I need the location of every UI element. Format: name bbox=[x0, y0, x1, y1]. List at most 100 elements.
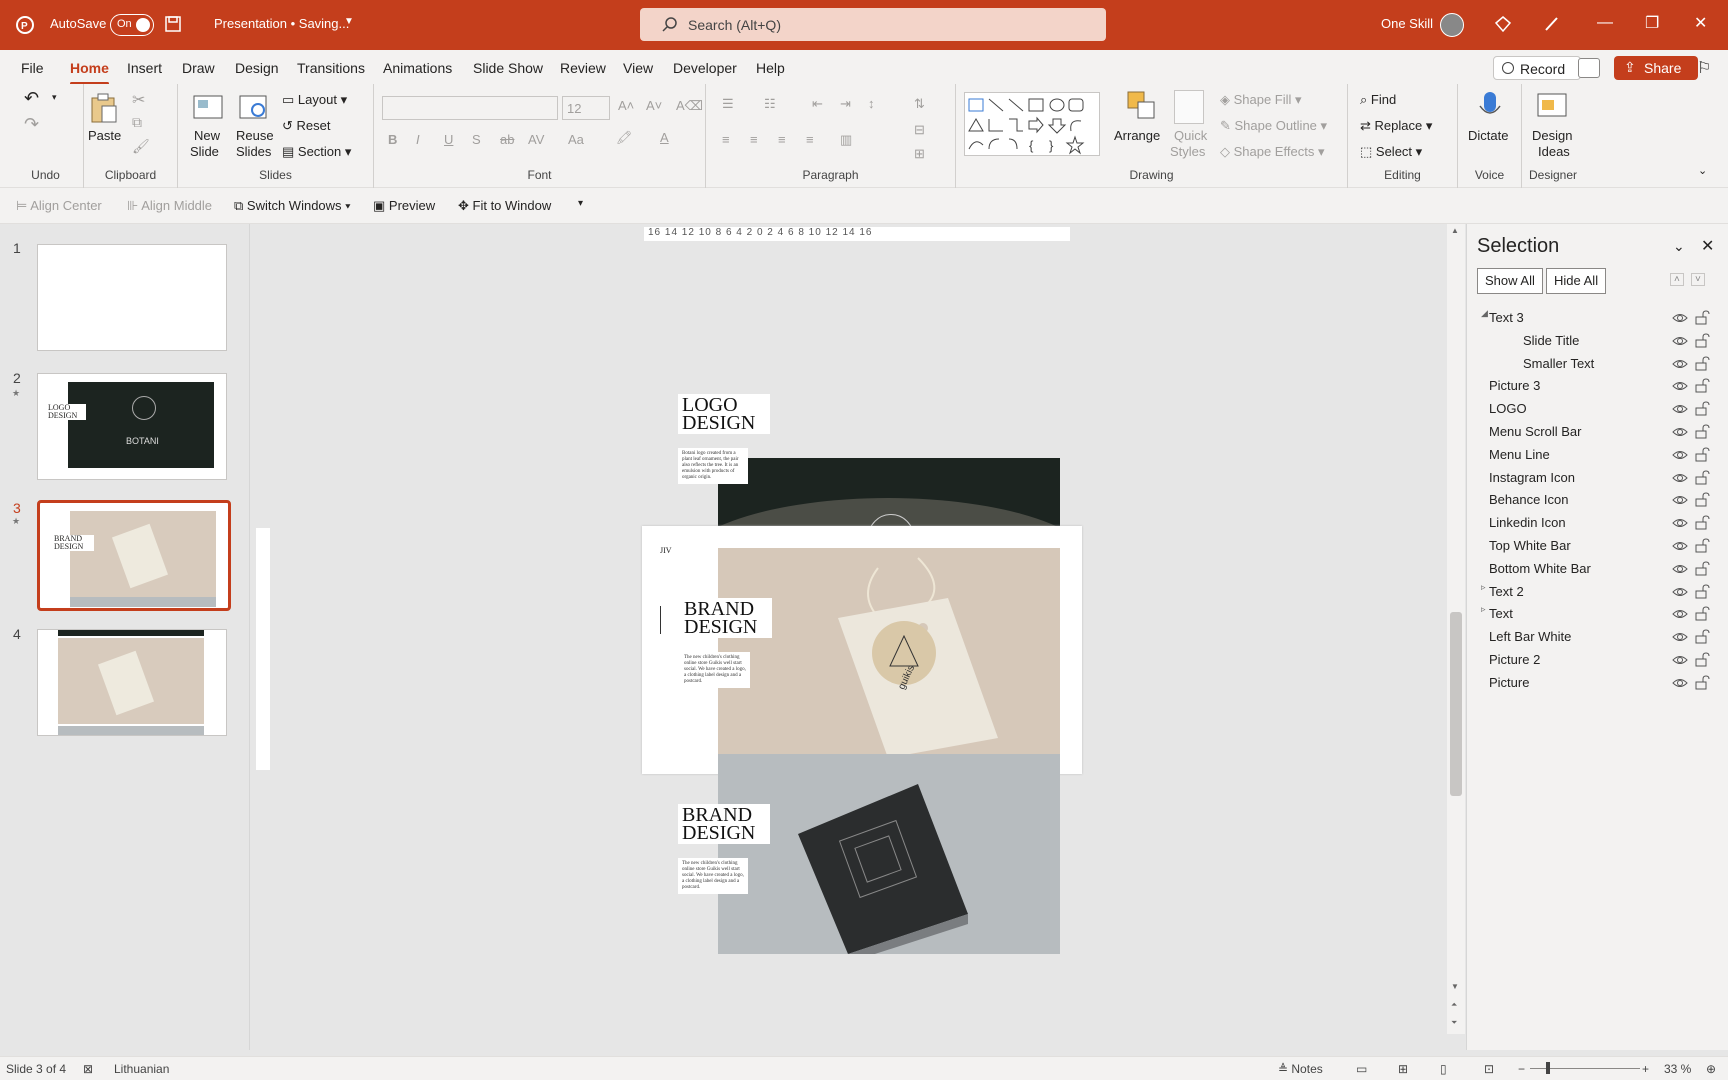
visibility-eye-icon[interactable] bbox=[1672, 378, 1688, 394]
slide-thumbnail-1[interactable] bbox=[37, 244, 227, 351]
clear-format-icon[interactable]: A⌫ bbox=[676, 98, 703, 114]
tab-insert[interactable]: Insert bbox=[127, 60, 162, 76]
previous-slide-icon[interactable]: ⏶ bbox=[1451, 1000, 1457, 1010]
selection-item[interactable]: ▹ Text bbox=[1467, 604, 1728, 626]
search-box[interactable]: Search (Alt+Q) bbox=[640, 8, 1106, 41]
logo-design-text[interactable]: Botani logo created from a plant leaf or… bbox=[678, 448, 748, 484]
restore-icon[interactable]: ❐ bbox=[1645, 13, 1659, 33]
align-center-button[interactable]: ⊨ Align Center bbox=[16, 198, 102, 214]
lock-icon[interactable] bbox=[1694, 491, 1710, 507]
selection-item[interactable]: Menu Scroll Bar bbox=[1467, 422, 1728, 444]
lock-icon[interactable] bbox=[1694, 674, 1710, 690]
visibility-eye-icon[interactable] bbox=[1672, 310, 1688, 326]
tab-animations[interactable]: Animations bbox=[383, 60, 452, 76]
align-right-icon[interactable]: ≡ bbox=[778, 132, 786, 147]
lock-icon[interactable] bbox=[1694, 400, 1710, 416]
section-button[interactable]: ▤ Section ▾ bbox=[282, 144, 351, 160]
visibility-eye-icon[interactable] bbox=[1672, 629, 1688, 645]
shape-fill-button[interactable]: ◈ Shape Fill ▾ bbox=[1220, 92, 1302, 108]
close-pane-icon[interactable]: ✕ bbox=[1701, 236, 1714, 256]
zoom-level[interactable]: 33 % bbox=[1664, 1062, 1691, 1076]
visibility-eye-icon[interactable] bbox=[1672, 333, 1688, 349]
selection-item[interactable]: Left Bar White bbox=[1467, 627, 1728, 649]
record-button[interactable]: Record bbox=[1493, 56, 1581, 80]
lock-icon[interactable] bbox=[1694, 423, 1710, 439]
visibility-eye-icon[interactable] bbox=[1672, 515, 1688, 531]
book-picture[interactable] bbox=[718, 774, 1060, 954]
tab-developer[interactable]: Developer bbox=[673, 60, 737, 76]
align-center-icon[interactable]: ≡ bbox=[750, 132, 758, 147]
lock-icon[interactable] bbox=[1694, 377, 1710, 393]
bullets-icon[interactable]: ☰ bbox=[722, 96, 734, 112]
columns-icon[interactable]: ▥ bbox=[840, 132, 852, 148]
bring-forward-icon[interactable]: ˄ bbox=[1670, 273, 1684, 286]
select-button[interactable]: ⬚ Select ▾ bbox=[1360, 144, 1422, 160]
notes-button[interactable]: ≜ Notes bbox=[1278, 1062, 1323, 1076]
expand-icon[interactable]: ▹ bbox=[1481, 582, 1486, 593]
selection-item[interactable]: Top White Bar bbox=[1467, 536, 1728, 558]
tab-review[interactable]: Review bbox=[560, 60, 606, 76]
change-case-icon[interactable]: Aa bbox=[568, 132, 584, 147]
visibility-eye-icon[interactable] bbox=[1672, 424, 1688, 440]
shapes-gallery[interactable]: { } bbox=[964, 92, 1100, 156]
next-slide-icon[interactable]: ⏷ bbox=[1451, 1018, 1457, 1028]
undo-dropdown-icon[interactable]: ▾ bbox=[52, 92, 57, 103]
user-name[interactable]: One Skill bbox=[1381, 16, 1433, 31]
save-icon[interactable] bbox=[164, 15, 182, 33]
selection-item[interactable]: LOGO bbox=[1467, 399, 1728, 421]
selection-item[interactable]: ▹ Text 2 bbox=[1467, 582, 1728, 604]
strikethrough-icon[interactable]: ab bbox=[500, 132, 514, 147]
align-text-icon[interactable]: ⊟ bbox=[914, 122, 925, 138]
selection-item[interactable]: Smaller Text bbox=[1467, 354, 1728, 376]
visibility-eye-icon[interactable] bbox=[1672, 561, 1688, 577]
visibility-eye-icon[interactable] bbox=[1672, 470, 1688, 486]
slide-thumbnail-2[interactable]: BOTANI LOGO DESIGN bbox=[37, 373, 227, 480]
selection-item[interactable]: Bottom White Bar bbox=[1467, 559, 1728, 581]
share-button[interactable]: ⇪ Share bbox=[1614, 56, 1698, 80]
justify-icon[interactable]: ≡ bbox=[806, 132, 814, 147]
grow-font-icon[interactable]: A˄ bbox=[618, 98, 634, 113]
slide-thumbnail-3[interactable]: BRAND DESIGN bbox=[37, 500, 231, 611]
visibility-eye-icon[interactable] bbox=[1672, 606, 1688, 622]
selection-item[interactable]: Picture 3 bbox=[1467, 376, 1728, 398]
menu-line[interactable] bbox=[660, 606, 661, 634]
numbering-icon[interactable]: ☷ bbox=[764, 96, 776, 112]
lock-icon[interactable] bbox=[1694, 560, 1710, 576]
autosave-toggle[interactable]: On bbox=[110, 14, 154, 36]
layout-button[interactable]: ▭ Layout ▾ bbox=[282, 92, 347, 108]
lock-icon[interactable] bbox=[1694, 355, 1710, 371]
switch-windows-button[interactable]: ⧉ Switch Windows ▾ bbox=[234, 198, 351, 214]
format-painter-icon[interactable]: 🖌 bbox=[132, 138, 150, 155]
language-indicator[interactable]: Lithuanian bbox=[114, 1062, 169, 1076]
tab-help[interactable]: Help bbox=[756, 60, 785, 76]
fit-slide-icon[interactable]: ⊕ bbox=[1706, 1062, 1716, 1076]
avatar[interactable] bbox=[1440, 13, 1464, 37]
char-spacing-icon[interactable]: AV bbox=[528, 132, 544, 147]
smartart-icon[interactable]: ⊞ bbox=[914, 146, 925, 162]
chevron-down-icon[interactable]: ▼ bbox=[344, 16, 354, 27]
cut-icon[interactable]: ✂ bbox=[132, 90, 145, 110]
visibility-eye-icon[interactable] bbox=[1672, 492, 1688, 508]
visibility-eye-icon[interactable] bbox=[1672, 538, 1688, 554]
zoom-slider-thumb[interactable] bbox=[1546, 1062, 1550, 1074]
vertical-scrollbar[interactable]: ▲ ▼ ⏶ ⏷ bbox=[1447, 224, 1465, 1034]
show-all-button[interactable]: Show All bbox=[1477, 268, 1543, 294]
increase-indent-icon[interactable]: ⇥ bbox=[840, 96, 851, 112]
align-middle-button[interactable]: ⊪ Align Middle bbox=[127, 198, 212, 214]
scroll-up-icon[interactable]: ▲ bbox=[1451, 226, 1459, 235]
lock-icon[interactable] bbox=[1694, 309, 1710, 325]
underline-icon[interactable]: U bbox=[444, 132, 453, 147]
fit-to-window-button[interactable]: ✥ Fit to Window bbox=[458, 198, 551, 214]
undo-icon[interactable]: ↶ bbox=[24, 88, 39, 109]
italic-icon[interactable]: I bbox=[416, 132, 420, 147]
send-backward-icon[interactable]: ˅ bbox=[1691, 273, 1705, 286]
font-size-box[interactable]: 12 bbox=[562, 96, 610, 120]
comments-icon[interactable] bbox=[1578, 58, 1600, 78]
shape-effects-button[interactable]: ◇ Shape Effects ▾ bbox=[1220, 144, 1324, 160]
lock-icon[interactable] bbox=[1694, 332, 1710, 348]
visibility-eye-icon[interactable] bbox=[1672, 356, 1688, 372]
tab-transitions[interactable]: Transitions bbox=[297, 60, 365, 76]
minimize-icon[interactable]: — bbox=[1597, 14, 1613, 32]
highlight-icon[interactable]: 🖍 bbox=[616, 130, 633, 146]
slide-title[interactable]: BRAND DESIGN bbox=[680, 598, 772, 638]
